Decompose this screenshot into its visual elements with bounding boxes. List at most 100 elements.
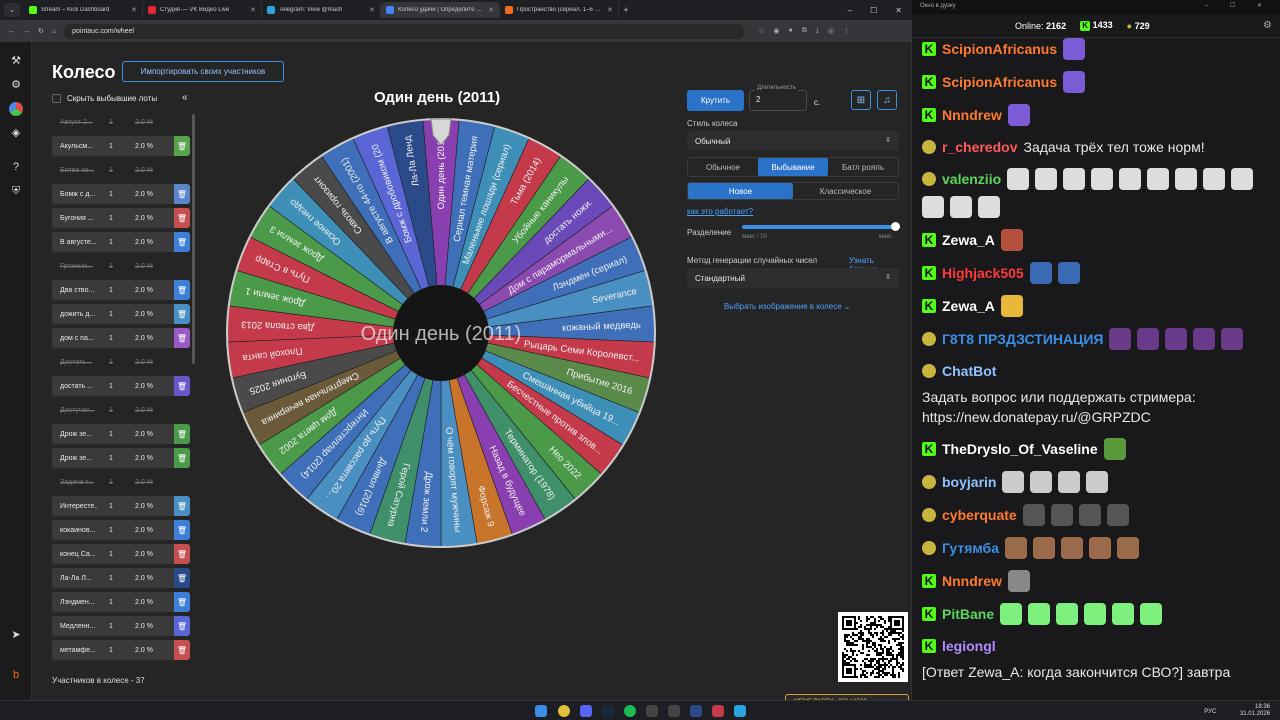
chrome-icon[interactable]	[558, 705, 570, 717]
extension-icon[interactable]: ◉	[773, 27, 779, 35]
trash-icon[interactable]: 🗑	[174, 328, 190, 348]
obs-icon[interactable]	[668, 705, 680, 717]
close-tab-icon[interactable]: ✕	[250, 6, 256, 14]
lot-row[interactable]: Акульсм... 1 2.0 % 🗑	[52, 136, 190, 156]
collapse-list-icon[interactable]: «	[182, 92, 188, 103]
trash-icon[interactable]: 🗑	[174, 280, 190, 300]
chat-username[interactable]: valenziio	[942, 169, 1001, 189]
clock-time[interactable]: 18:36	[1255, 704, 1270, 710]
close-tab-icon[interactable]: ✕	[607, 6, 613, 14]
lot-row[interactable]: Интересте... 1 2.0 % 🗑	[52, 496, 190, 516]
app-icon[interactable]	[646, 705, 658, 717]
chat-username[interactable]: Г8Т8 ПРЗДЗСТИНАЦИЯ	[942, 329, 1103, 349]
split-slider[interactable]	[742, 222, 900, 231]
menu-dots-icon[interactable]: ⋮	[843, 27, 850, 35]
mode-tab[interactable]: Выбывание	[758, 158, 828, 176]
telegram-taskbar-icon[interactable]	[734, 705, 746, 717]
lot-row[interactable]: достать ... 1 2.0 % 🗑	[52, 376, 190, 396]
lot-row[interactable]: Дрож зе... 1 2.0 % 🗑	[52, 448, 190, 468]
lot-row[interactable]: Лэндмен... 1 2.0 % 🗑	[52, 592, 190, 612]
shield-icon[interactable]: ⛨	[9, 184, 23, 198]
chat-username[interactable]: ScipionAfricanus	[942, 39, 1057, 59]
start-icon[interactable]	[535, 705, 547, 717]
lot-row[interactable]: Два ство... 1 2.0 % 🗑	[52, 280, 190, 300]
spotify-icon[interactable]	[624, 705, 636, 717]
trash-icon[interactable]: 🗑	[174, 448, 190, 468]
lot-row[interactable]: Бугония ... 1 2.0 % 🗑	[52, 208, 190, 228]
hide-eliminated-toggle[interactable]: Скрыть выбывшие лоты	[52, 94, 192, 103]
chat-username[interactable]: legiongl	[942, 636, 996, 656]
import-participants-button[interactable]: Импортировать своих участников	[122, 61, 284, 82]
rng-select[interactable]: Стандартный ⇕	[687, 268, 899, 288]
submode-tab[interactable]: Классическое	[793, 183, 898, 199]
chat-username[interactable]: Nnndrew	[942, 571, 1002, 591]
url-field[interactable]: pointauc.com/wheel	[64, 23, 745, 39]
chat-username[interactable]: PitBane	[942, 604, 994, 624]
clock-date[interactable]: 31.01.2026	[1240, 711, 1270, 717]
mode-tab[interactable]: Батл рояль	[828, 158, 898, 176]
lot-row[interactable]: Достать...12.0 %🗑	[52, 352, 190, 372]
chat-username[interactable]: TheDryslo_Of_Vaseline	[942, 439, 1098, 459]
checkbox[interactable]	[52, 94, 61, 103]
window-buttons[interactable]: – ☐ ✕	[1205, 2, 1272, 9]
chat-username[interactable]: boyjarin	[942, 472, 996, 492]
chat-username[interactable]: ScipionAfricanus	[942, 72, 1057, 92]
how-it-works-link[interactable]: как это работает?	[687, 207, 753, 216]
spin-button[interactable]: Крутить	[687, 90, 744, 111]
tab-search-icon[interactable]: ⌄	[4, 3, 20, 17]
gavel-icon[interactable]: ⚒	[9, 54, 23, 68]
scrollbar[interactable]	[192, 114, 195, 364]
trash-icon[interactable]: 🗑	[174, 496, 190, 516]
trash-icon[interactable]: 🗑	[174, 568, 190, 588]
trash-icon[interactable]: 🗑	[174, 208, 190, 228]
profile-icon[interactable]: ◎	[828, 27, 834, 35]
puzzle-icon[interactable]: ⧉	[802, 27, 807, 35]
new-tab-button[interactable]: +	[619, 5, 633, 15]
lot-row[interactable]: Бомж с д... 1 2.0 % 🗑	[52, 184, 190, 204]
style-select[interactable]: Обычный ⇕	[687, 131, 899, 151]
lot-row[interactable]: дожить д... 1 2.0 % 🗑	[52, 304, 190, 324]
wheel-icon[interactable]	[9, 102, 23, 116]
trash-icon[interactable]: 🗑	[174, 304, 190, 324]
lot-row[interactable]: дом с па... 1 2.0 % 🗑	[52, 328, 190, 348]
lot-row[interactable]: Битва за...12.0 %🗑	[52, 160, 190, 180]
trash-icon[interactable]: 🗑	[174, 520, 190, 540]
close-window-icon[interactable]: ✕	[895, 6, 902, 15]
duration-input[interactable]: Длительность 2	[749, 85, 807, 111]
lot-row[interactable]: конец Са... 1 2.0 % 🗑	[52, 544, 190, 564]
lot-row[interactable]: Грязный...12.0 %🗑	[52, 256, 190, 276]
trash-icon[interactable]: 🗑	[174, 184, 190, 204]
music-icon[interactable]: ♫	[877, 90, 897, 110]
chat-username[interactable]: Highjack505	[942, 263, 1024, 283]
chat-username[interactable]: cyberquate	[942, 505, 1017, 525]
wheel[interactable]: Один день (2011) Сериал темная материяМал…	[225, 117, 657, 549]
chat-username[interactable]: r_cheredov	[942, 137, 1017, 157]
lot-row[interactable]: Медленн... 1 2.0 % 🗑	[52, 616, 190, 636]
browser-tab[interactable]: Пространство (сериал, 1–6 се... ✕	[500, 2, 619, 18]
forward-icon[interactable]: →	[23, 28, 30, 35]
app-icon[interactable]	[712, 705, 724, 717]
chat-username[interactable]: Zewa_A	[942, 296, 995, 316]
trash-icon[interactable]: 🗑	[174, 616, 190, 636]
lot-row[interactable]: Достучат...12.0 %🗑	[52, 400, 190, 420]
image-settings-icon[interactable]: ⊞	[851, 90, 871, 110]
split-slider-handle[interactable]	[891, 222, 900, 231]
trash-icon[interactable]: 🗑	[174, 232, 190, 252]
trash-icon[interactable]: 🗑	[174, 136, 190, 156]
lot-row[interactable]: кокаинов... 1 2.0 % 🗑	[52, 520, 190, 540]
help-icon[interactable]: ?	[9, 160, 23, 174]
lot-row[interactable]: Август 2...12.0 %🗑	[52, 112, 190, 132]
discord-icon[interactable]	[580, 705, 592, 717]
download-icon[interactable]: ⤓	[816, 27, 819, 35]
app-icon[interactable]	[690, 705, 702, 717]
browser-tab[interactable]: Stream – Kick Dashboard ✕	[24, 2, 143, 18]
telegram-icon[interactable]: ➤	[9, 628, 23, 642]
choose-image-link[interactable]: Выбрать изображение в колесе ⌄	[724, 302, 851, 311]
gear-icon[interactable]: ⚙	[1263, 20, 1272, 31]
maximize-icon[interactable]: ☐	[870, 6, 877, 15]
chat-username[interactable]: Гутямба	[942, 538, 999, 558]
chat-username[interactable]: ChatBot	[942, 361, 996, 381]
home-icon[interactable]: ⌂	[52, 28, 56, 35]
settings-icon[interactable]: ⚙	[9, 78, 23, 92]
trash-icon[interactable]: 🗑	[174, 640, 190, 660]
